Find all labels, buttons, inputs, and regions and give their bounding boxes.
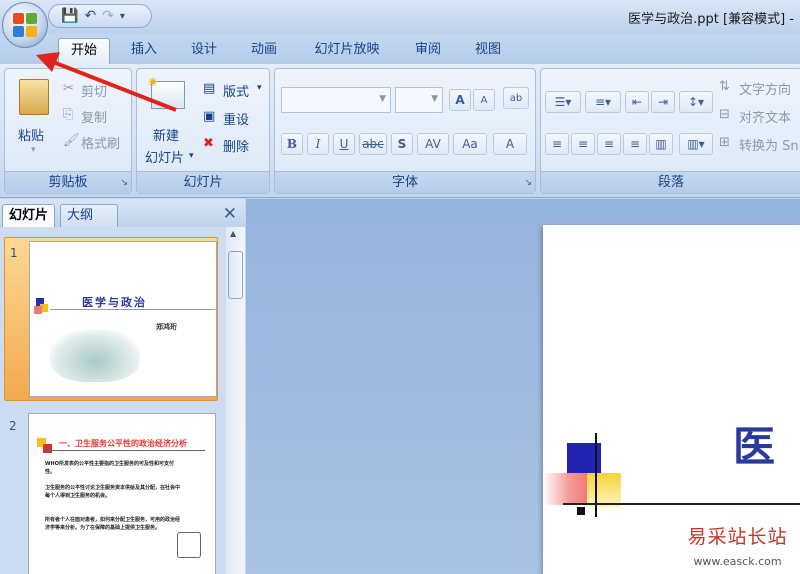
smartart-icon: ⊞	[719, 135, 730, 150]
grow-font-button[interactable]: A	[449, 89, 471, 111]
slide-number: 2	[9, 419, 17, 433]
bullet-item: WHO所发表的公平性主要指的卫生服务的可及性和可支付性。	[45, 461, 174, 475]
divider	[45, 450, 205, 451]
tab-slides-pane[interactable]: 幻灯片	[2, 204, 56, 227]
reset-button[interactable]: 重设	[223, 109, 249, 128]
convert-smartart-button[interactable]: 转换为 Sn	[739, 135, 799, 154]
window-title: 医学与政治.ppt [兼容模式] -	[628, 12, 794, 27]
text-shadow-button[interactable]: S	[391, 133, 413, 155]
bold-button[interactable]: B	[281, 133, 303, 155]
character-spacing-button[interactable]: AV	[417, 133, 449, 155]
layout-icon: ▤	[203, 81, 216, 96]
distributed-button[interactable]: ▥	[649, 133, 673, 155]
new-slide-button[interactable]: 新建	[153, 125, 179, 144]
slide-thumbnail-2[interactable]: 2 一、卫生服务公平性的政治经济分析 WHO所发表的公平性主要指的卫生服务的可及…	[4, 411, 218, 574]
decor-square-icon	[543, 473, 587, 505]
delete-icon: ✖	[203, 136, 214, 151]
change-case-button[interactable]: Aa	[453, 133, 487, 155]
clear-format-icon[interactable]: ab	[503, 87, 529, 109]
font-color-button[interactable]: A	[493, 133, 527, 155]
slide-preview: 一、卫生服务公平性的政治经济分析 WHO所发表的公平性主要指的卫生服务的可及性和…	[28, 413, 216, 574]
scales-image	[177, 532, 201, 558]
tab-animations[interactable]: 动画	[238, 38, 290, 64]
slide-thumbnail-1[interactable]: 1 医学与政治 郑鸿珩	[4, 237, 218, 401]
slides-pane: 幻灯片 大纲 ✕ 1 医学与政治 郑鸿珩 2 一、卫生服务公平性的政治经济分析	[0, 199, 245, 574]
reset-icon: ▣	[203, 109, 216, 124]
strikethrough-button[interactable]: abc	[359, 133, 387, 155]
slides-group-label: 幻灯片	[137, 171, 269, 193]
slide-number: 1	[10, 246, 18, 260]
watermark-title: 易采站长站	[687, 526, 788, 548]
delete-button[interactable]: 删除	[223, 136, 249, 155]
font-group: ▼ ▼ A A ab B I U abc S AV Aa A 字体 ↘	[274, 68, 536, 194]
font-name-combo[interactable]: ▼	[281, 87, 391, 113]
bullets-button[interactable]: ☰▾	[545, 91, 581, 113]
line-spacing-button[interactable]: ↕▾	[679, 91, 713, 113]
tab-view[interactable]: 视图	[462, 38, 514, 64]
font-group-label: 字体	[275, 171, 535, 193]
numbering-button[interactable]: ≡▾	[585, 91, 621, 113]
align-text-icon: ⊟	[719, 107, 730, 122]
paragraph-group-label: 段落	[541, 171, 800, 193]
font-name-dropdown-icon[interactable]: ▼	[379, 94, 386, 104]
new-slide-button-line2[interactable]: 幻灯片	[145, 147, 184, 166]
thumbnails-scrollbar[interactable]: ▲	[226, 227, 245, 574]
decor-square-icon	[34, 306, 42, 314]
italic-button[interactable]: I	[307, 133, 329, 155]
tab-outline-pane[interactable]: 大纲	[60, 204, 118, 227]
text-direction-icon: ⇅	[719, 79, 730, 94]
tab-slideshow[interactable]: 幻灯片放映	[300, 38, 394, 64]
scroll-thumb[interactable]	[228, 251, 243, 299]
increase-indent-button[interactable]: ⇥	[651, 91, 675, 113]
justify-button[interactable]: ≡	[623, 133, 647, 155]
font-launcher-icon[interactable]: ↘	[524, 178, 532, 188]
decor-square-icon	[43, 444, 52, 453]
bullet-item: 所有者个人在面对患者，如何来分配卫生服务，可用的政治经济学等来分析。为了在保障的…	[45, 517, 181, 531]
pane-tabs: 幻灯片 大纲 ✕	[0, 199, 245, 227]
slide-title-text[interactable]: 医	[733, 413, 775, 474]
clipboard-launcher-icon[interactable]: ↘	[120, 178, 128, 188]
decor-square-icon	[577, 507, 585, 515]
shrink-font-button[interactable]: A	[473, 89, 495, 111]
align-right-button[interactable]: ≡	[597, 133, 621, 155]
slide-preview: 医学与政治 郑鸿珩	[29, 241, 217, 397]
text-direction-button[interactable]: 文字方向	[739, 79, 791, 98]
format-painter-icon: 🖌	[63, 133, 80, 148]
font-size-dropdown-icon[interactable]: ▼	[431, 94, 438, 104]
slide-author: 郑鸿珩	[156, 323, 177, 331]
close-pane-icon[interactable]: ✕	[223, 204, 237, 224]
clipboard-group-label: 剪贴板	[5, 171, 131, 193]
bullet-item: 卫生服务的公平性讨论卫生服务资本供给及其分配，在社会中每个人得到卫生服务的机会。	[45, 485, 181, 499]
paste-button[interactable]: 粘贴	[18, 125, 44, 144]
layout-button[interactable]: 版式	[223, 81, 249, 100]
columns-button[interactable]: ▥▾	[679, 133, 713, 155]
new-slide-dropdown-icon[interactable]: ▾	[189, 151, 194, 161]
decrease-indent-button[interactable]: ⇤	[625, 91, 649, 113]
align-text-button[interactable]: 对齐文本	[739, 107, 791, 126]
font-size-combo[interactable]: ▼	[395, 87, 443, 113]
layout-dropdown-icon[interactable]: ▾	[257, 83, 262, 93]
format-painter-button[interactable]: 格式刷	[81, 133, 120, 152]
slide-title: 医学与政治	[82, 296, 147, 309]
align-left-button[interactable]: ≡	[545, 133, 569, 155]
annotation-arrow	[36, 52, 177, 112]
watermark-url: www.easck.com	[693, 555, 782, 568]
paste-dropdown-icon[interactable]: ▾	[31, 145, 36, 155]
slide-thumbnails: 1 医学与政治 郑鸿珩 2 一、卫生服务公平性的政治经济分析 WHO所发表的公平…	[0, 227, 226, 574]
scroll-up-icon[interactable]: ▲	[230, 229, 236, 238]
slide-title: 一、卫生服务公平性的政治经济分析	[59, 439, 187, 448]
align-center-button[interactable]: ≡	[571, 133, 595, 155]
watermark: 易采站长站 www.easck.com	[675, 516, 800, 574]
tab-review[interactable]: 审阅	[402, 38, 454, 64]
paragraph-group: ☰▾ ≡▾ ⇤ ⇥ ↕▾ ≡ ≡ ≡ ≡ ▥ ▥▾ ⇅ 文字方向 ⊟ 对齐文本 …	[540, 68, 800, 194]
underline-button[interactable]: U	[333, 133, 355, 155]
divider	[50, 309, 215, 310]
decor-square-icon	[587, 473, 621, 507]
landscape-image	[50, 330, 140, 382]
decor-line	[563, 503, 800, 505]
